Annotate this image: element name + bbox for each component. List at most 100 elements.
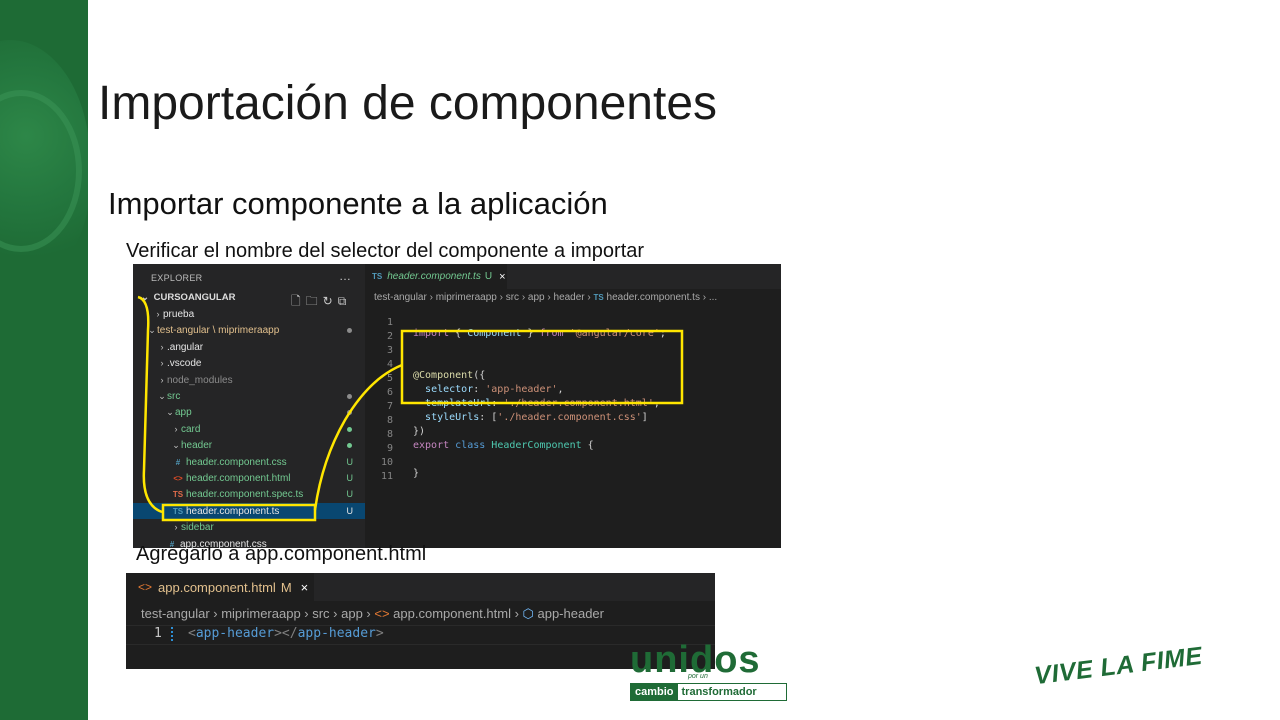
project-name: CURSOANGULAR [153, 292, 236, 303]
tree-item-angular[interactable]: › .angular [133, 339, 365, 355]
chevron-right-icon: › [160, 358, 164, 368]
tree-item-header-css[interactable]: # header.component.css U [133, 454, 365, 470]
tree-item-label: header.component.css [186, 456, 287, 468]
tree-item-src[interactable]: ⌄ src [133, 388, 365, 404]
tree-item-label: prueba [163, 308, 195, 320]
status-badge: U [346, 457, 354, 467]
symbol-icon: ⬡ [522, 606, 534, 621]
code-line[interactable]: 1 <app-header></app-header> [126, 625, 715, 645]
vive-la-fime-logo: VIVE LA FIME [1032, 641, 1204, 691]
transformador-text: transformador [677, 684, 761, 700]
tree-item-header[interactable]: ⌄ header [133, 437, 365, 453]
chevron-down-icon: ⌄ [158, 390, 166, 401]
code-line[interactable]: 9 [365, 432, 781, 454]
por-un-text: por un [688, 673, 708, 680]
html-file-icon: <> [138, 580, 153, 594]
step-one-caption: Verificar el nombre del selector del com… [126, 240, 645, 262]
status-badge: U [346, 506, 354, 516]
tab-app-component-html[interactable]: <> app.component.html M × [126, 573, 314, 601]
line-number: 11 [380, 471, 393, 482]
line-number: 1 [154, 626, 162, 641]
code-line[interactable]: 3 [365, 334, 781, 356]
more-actions-icon[interactable]: … [339, 269, 351, 283]
code-editor: TS header.component.ts U × test-angular … [365, 264, 781, 548]
code-line[interactable]: 4 @Component({ [365, 348, 781, 381]
tree-item-header-spec[interactable]: TS header.component.spec.ts U [133, 486, 365, 502]
tab-status-badge: M [280, 579, 292, 595]
tab-label: app.component.html [158, 579, 276, 595]
tab-header-component-ts[interactable]: TS header.component.ts U × [365, 264, 507, 289]
status-badge: U [346, 473, 354, 483]
chevron-right-icon: › [174, 424, 178, 434]
editor-tab-bar: TS header.component.ts U × [365, 264, 781, 289]
html-file-icon: <> [173, 473, 183, 483]
slide-subtitle: Importar componente a la aplicación [108, 186, 608, 221]
tree-item-label: app [175, 406, 192, 418]
css-file-icon: # [175, 457, 181, 467]
tree-item-label: header [181, 439, 213, 451]
code-line[interactable]: 1 import { Component } from '@angular/co… [365, 306, 781, 339]
chevron-right-icon: › [174, 522, 178, 532]
tree-item-label: header.component.spec.ts [186, 488, 304, 500]
step-two-caption: Agregarlo a app.component.html [136, 543, 427, 565]
untracked-dot-icon [347, 426, 352, 432]
chevron-down-icon: ⌄ [141, 292, 149, 303]
chevron-down-icon: ⌄ [148, 324, 156, 335]
tree-item-node-modules[interactable]: › node_modules [133, 372, 365, 388]
tree-item-header-html[interactable]: <> header.component.html U [133, 470, 365, 486]
tree-item-label: header.component.html [186, 472, 291, 484]
breadcrumb-symbol[interactable]: app-header [534, 606, 604, 621]
breadcrumb-file[interactable]: header.component.ts › ... [607, 292, 718, 303]
tree-item-label: node_modules [167, 374, 233, 386]
breadcrumb: test-angular › miprimeraapp › src › app … [141, 606, 604, 622]
code-line[interactable]: 8 }) [365, 404, 781, 437]
breadcrumb-file[interactable]: app.component.html › [390, 606, 523, 621]
chevron-down-icon: ⌄ [166, 406, 174, 417]
unidos-logo: unidos por un cambio transformador [628, 640, 788, 702]
tab-status-badge: U [484, 271, 493, 282]
code-line[interactable]: 6 templateUrl: './header.component.html'… [365, 376, 781, 409]
modified-dot-icon [347, 327, 352, 333]
tree-item-label: header.component.ts [186, 505, 280, 517]
tree-item-card[interactable]: › card [133, 421, 365, 437]
tree-item-label: test-angular \ miprimeraapp [157, 324, 280, 336]
chevron-down-icon: ⌄ [172, 439, 180, 450]
tree-item-label: .angular [167, 341, 204, 353]
code-text: <app-header></app-header> [188, 626, 384, 641]
tree-item-label: card [181, 423, 201, 435]
modified-dot-icon [347, 409, 352, 415]
code-line[interactable]: 8 export class HeaderComponent { [365, 418, 781, 451]
cambio-bar: cambio transformador [630, 683, 787, 701]
breadcrumb-path[interactable]: test-angular › miprimeraapp › src › app … [374, 292, 594, 303]
code-line[interactable]: 5 selector: 'app-header', [365, 362, 781, 395]
chevron-right-icon: › [156, 309, 160, 319]
code-line[interactable]: 7 styleUrls: ['./header.component.css'] [365, 390, 781, 423]
close-icon[interactable]: × [301, 580, 309, 595]
code-line[interactable]: 11 [365, 460, 781, 482]
breadcrumb-path[interactable]: test-angular › miprimeraapp › src › app … [141, 606, 374, 621]
tree-item-app[interactable]: ⌄ app [133, 404, 365, 420]
tree-item-label: src [167, 390, 181, 402]
untracked-dot-icon [347, 442, 352, 448]
close-icon[interactable]: × [499, 271, 505, 283]
ts-file-icon: TS [172, 506, 184, 516]
vscode-screenshot-header-component: EXPLORER … ⌄ CURSOANGULAR 🗋🗀↻⧉ › prueba … [133, 264, 781, 548]
tree-item-vscode[interactable]: › .vscode [133, 355, 365, 371]
explorer-panel: EXPLORER … ⌄ CURSOANGULAR 🗋🗀↻⧉ › prueba … [133, 264, 365, 548]
tree-item-test-angular[interactable]: ⌄ test-angular \ miprimeraapp [133, 322, 365, 338]
chevron-right-icon: › [160, 375, 164, 385]
vscode-screenshot-app-component: <> app.component.html M × test-angular ›… [126, 573, 715, 669]
tree-item-header-ts[interactable]: TS header.component.ts U [133, 503, 365, 519]
tab-label: header.component.ts [387, 271, 481, 282]
ts-file-icon: TS [372, 272, 383, 281]
tree-item-sidebar[interactable]: › sidebar [133, 519, 365, 535]
modified-dot-icon [347, 393, 352, 399]
tree-item-prueba[interactable]: › prueba [133, 306, 365, 322]
code-line[interactable]: 10 } [365, 446, 781, 479]
code-line[interactable]: 2 [365, 320, 781, 342]
ts-file-icon: TS [593, 293, 604, 302]
explorer-header: EXPLORER [151, 273, 203, 283]
html-file-icon: <> [374, 606, 390, 621]
breadcrumb: test-angular › miprimeraapp › src › app … [374, 292, 717, 303]
tree-item-label: sidebar [181, 521, 214, 533]
